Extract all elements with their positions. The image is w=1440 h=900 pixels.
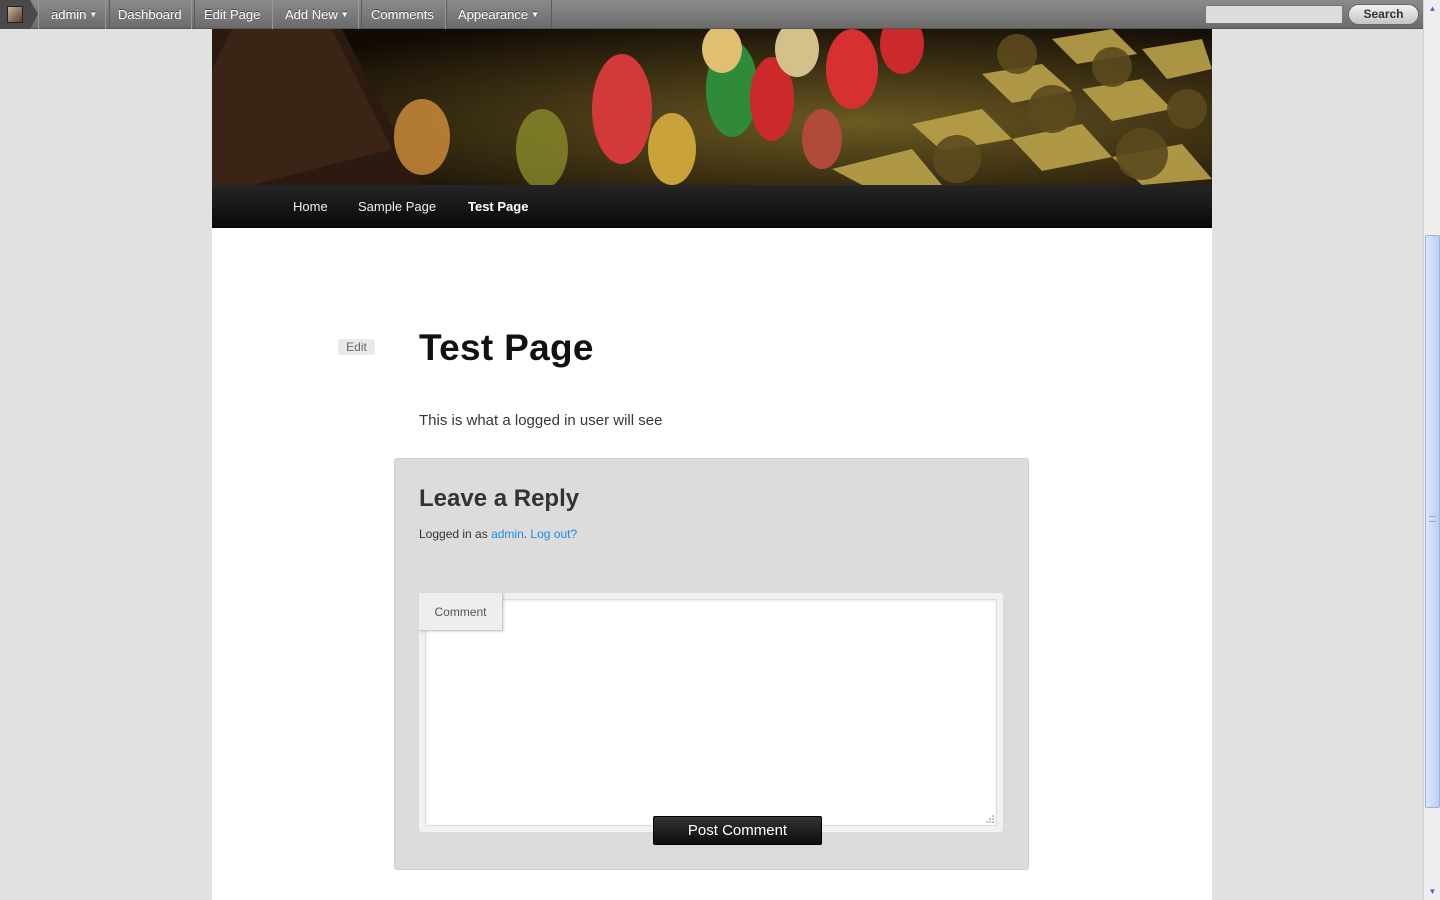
scrollbar-thumb[interactable] xyxy=(1425,235,1440,808)
admin-bar-add-new-label: Add New xyxy=(285,7,338,22)
admin-bar-dashboard-label: Dashboard xyxy=(118,7,182,22)
page-content: This is what a logged in user will see xyxy=(419,412,663,429)
page-container: Home Sample Page Test Page Edit Test Pag… xyxy=(212,29,1212,900)
nav-item-sample-page[interactable]: Sample Page xyxy=(358,185,436,228)
avatar-arrow-icon xyxy=(30,0,38,29)
resize-grip-icon[interactable] xyxy=(985,814,995,824)
admin-bar-user-menu[interactable]: admin ▼ xyxy=(38,0,111,29)
caret-down-icon: ▼ xyxy=(340,10,349,19)
admin-bar-search-button[interactable]: Search xyxy=(1348,4,1419,25)
admin-bar-edit-page[interactable]: Edit Page xyxy=(191,0,274,29)
admin-avatar-icon[interactable] xyxy=(0,0,30,29)
post-comment-button[interactable]: Post Comment xyxy=(653,816,822,845)
scroll-up-icon[interactable]: ▲ xyxy=(1425,1,1440,16)
comment-textarea[interactable] xyxy=(425,599,997,826)
edit-post-link[interactable]: Edit xyxy=(338,339,375,355)
admin-bar: admin ▼ Dashboard Edit Page Add New ▼ Comm… xyxy=(0,0,1423,29)
admin-bar-dashboard[interactable]: Dashboard xyxy=(105,0,195,29)
resize-grip-glyph xyxy=(986,815,994,823)
nav-item-test-page[interactable]: Test Page xyxy=(468,185,528,228)
scroll-down-icon[interactable]: ▼ xyxy=(1425,884,1440,899)
reply-title: Leave a Reply xyxy=(419,485,580,512)
admin-bar-comments-label: Comments xyxy=(371,7,434,22)
logout-link[interactable]: Log out? xyxy=(530,527,577,541)
admin-bar-comments[interactable]: Comments xyxy=(358,0,447,29)
header-image[interactable] xyxy=(212,29,1212,185)
admin-bar-search-input[interactable] xyxy=(1205,5,1343,24)
admin-bar-appearance-label: Appearance xyxy=(458,7,529,22)
comment-form: Leave a Reply Logged in as admin. Log ou… xyxy=(394,458,1029,870)
chess-board-header-image xyxy=(212,29,1212,185)
admin-bar-appearance-menu[interactable]: Appearance ▼ xyxy=(445,0,553,29)
admin-bar-add-new-menu[interactable]: Add New ▼ xyxy=(272,0,362,29)
scrollbar-grip-icon xyxy=(1429,516,1436,522)
caret-down-icon: ▼ xyxy=(89,10,98,19)
admin-bar-edit-page-label: Edit Page xyxy=(204,7,261,22)
page-title: Test Page xyxy=(419,327,594,368)
comment-label: Comment xyxy=(419,593,503,631)
logged-in-as: Logged in as admin. Log out? xyxy=(419,527,577,541)
comment-field-wrapper: Comment xyxy=(419,593,1003,832)
vertical-scrollbar[interactable]: ▲ ▼ xyxy=(1423,0,1440,900)
caret-down-icon: ▼ xyxy=(531,10,540,19)
main-navigation: Home Sample Page Test Page xyxy=(212,185,1212,228)
nav-item-home[interactable]: Home xyxy=(293,185,328,228)
profile-link[interactable]: admin xyxy=(491,527,524,541)
logged-in-prefix: Logged in as xyxy=(419,527,492,541)
admin-bar-user-label: admin xyxy=(51,7,87,22)
avatar-image xyxy=(7,6,23,23)
